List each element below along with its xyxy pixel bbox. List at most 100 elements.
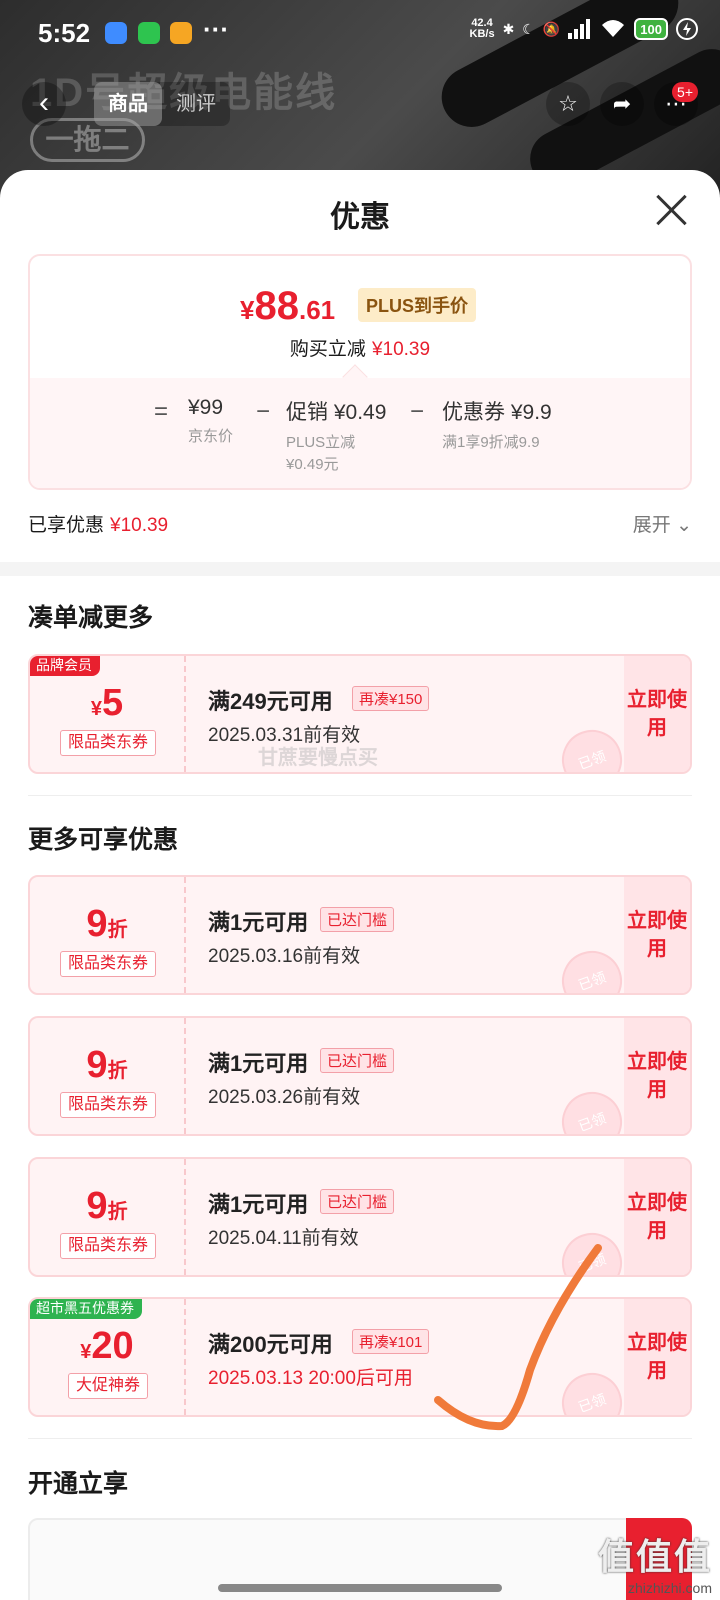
coupon-value: 20	[91, 1325, 134, 1367]
use-now-button[interactable]: 立即使用	[624, 1159, 690, 1275]
tab-review[interactable]: 测评	[162, 82, 230, 126]
enjoyed-discount: 已享优惠 ¥10.39	[28, 510, 168, 537]
coupon-tag: 品牌会员	[30, 656, 100, 676]
coupon-value: 5	[101, 682, 124, 724]
final-price: ¥88.61	[240, 284, 335, 329]
coupon-amount: ¥5	[30, 682, 184, 725]
signal-icon	[568, 19, 591, 39]
coupon-chip: 已达门槛	[320, 1048, 395, 1073]
coupon-suffix: 折	[107, 1201, 128, 1223]
use-now-label: 立即使用	[627, 910, 687, 960]
chevron-down-icon: ⌄	[676, 515, 692, 536]
share-button[interactable]: ➦	[600, 82, 644, 126]
jd-price: ¥99	[188, 396, 224, 419]
coupon-chip: 已达门槛	[320, 907, 395, 932]
cloud-app-icon	[105, 22, 127, 44]
minus-sign: −	[410, 398, 425, 425]
coupon-validity: 2025.03.26前有效	[208, 1087, 361, 1108]
equals-sign: =	[154, 398, 169, 425]
site-watermark: 值值值 zhizhizhi.com	[598, 1528, 712, 1596]
minus-sign: −	[256, 398, 271, 425]
coupon-amount: 9折	[30, 903, 184, 946]
buy-reduce-value: ¥10.39	[371, 339, 431, 360]
more-notifications-icon: ···	[203, 14, 229, 44]
coupon-validity: 2025.04.11前有效	[208, 1228, 359, 1249]
battery-level: 100	[640, 21, 662, 37]
notification-badge: 5+	[672, 82, 698, 102]
enjoyed-value: ¥10.39	[110, 515, 169, 536]
close-button[interactable]	[650, 188, 694, 232]
use-now-button[interactable]: 立即使用	[624, 877, 690, 993]
charging-icon	[676, 18, 698, 40]
coupon-tag: 超市黑五优惠券	[30, 1299, 142, 1319]
back-button[interactable]: ‹	[22, 82, 66, 126]
mail-app-icon	[170, 22, 192, 44]
enjoyed-label: 已享优惠	[28, 515, 105, 536]
coupon-card[interactable]: 9折 限品类东券 满1元可用 已达门槛 2025.03.16前有效 已领 立即使…	[28, 875, 692, 995]
use-now-button[interactable]: 立即使用	[624, 1018, 690, 1134]
coupon-condition: 满200元可用	[208, 1332, 333, 1357]
share-icon: ➦	[612, 91, 632, 116]
site-url: zhizhizhi.com	[627, 1580, 712, 1596]
coupon-card[interactable]: 9折 限品类东券 满1元可用 已达门槛 2025.03.26前有效 已领 立即使…	[28, 1016, 692, 1136]
tab-product[interactable]: 商品	[94, 82, 162, 126]
home-indicator[interactable]	[218, 1584, 502, 1592]
jd-price-component: ¥99 京东价	[188, 396, 233, 448]
price-summary-card: ¥88.61 PLUS到手价 购买立减 ¥10.39 = ¥99 京东价 − 促销…	[28, 254, 692, 490]
use-now-button[interactable]: 立即使用	[624, 1299, 690, 1415]
promo-sub2: ¥0.49元	[286, 456, 339, 473]
price-breakdown: = ¥99 京东价 − 促销 ¥0.49 PLUS立减 ¥0.49元 − 优惠券…	[30, 364, 690, 488]
price-decimal: .61	[298, 295, 336, 325]
battery-icon: 100	[634, 18, 668, 40]
coupon-chip: 再凑¥150	[352, 686, 430, 711]
product-tabs: 商品 测评	[94, 82, 230, 126]
wechat-icon	[138, 22, 160, 44]
coupon-amount: ¥20	[30, 1325, 184, 1368]
price-top: ¥88.61 PLUS到手价 购买立减 ¥10.39	[30, 256, 690, 378]
coupon-type: 限品类东券	[60, 951, 156, 977]
coupon-currency: ¥	[90, 698, 102, 720]
checkmark-annotation	[434, 1244, 602, 1431]
coupon-suffix: 折	[107, 919, 128, 941]
network-speed: 42.4 KB/s	[470, 18, 495, 40]
coupon-type: 限品类东券	[60, 1092, 156, 1118]
product-nav-bar: ‹ 商品 测评 ☆ ➦ ⋯	[0, 78, 720, 128]
bluetooth-icon: ✱	[502, 20, 515, 37]
use-now-label: 立即使用	[627, 689, 687, 739]
coupon-value: 9	[86, 1185, 108, 1227]
coupon-divider	[184, 656, 186, 772]
status-time: 5:52	[38, 18, 91, 48]
coupon-value: 9	[86, 1044, 108, 1086]
price-integer: 88	[254, 284, 299, 328]
sheet-title: 优惠	[330, 201, 390, 234]
favorite-button[interactable]: ☆	[546, 82, 590, 126]
promo-component: 促销 ¥0.49 PLUS立减 ¥0.49元	[286, 396, 386, 476]
coupon-component: 优惠券 ¥9.9 满1享9折减9.9	[442, 396, 552, 454]
use-now-label: 立即使用	[627, 1051, 687, 1101]
coupon-amount: 9折	[30, 1044, 184, 1087]
coupon-value: 9	[86, 903, 108, 945]
coupon-value: 优惠券 ¥9.9	[442, 401, 552, 424]
moon-icon: ☾	[522, 20, 535, 37]
coupon-divider	[184, 1299, 186, 1415]
use-now-button[interactable]: 立即使用	[624, 656, 690, 772]
coupon-currency: ¥	[80, 1341, 92, 1363]
price-currency: ¥	[240, 295, 255, 325]
coupon-validity: 2025.03.13 20:00后可用	[208, 1368, 413, 1389]
buy-reduce-label: 购买立减	[289, 339, 366, 360]
promo-value: 促销 ¥0.49	[286, 401, 387, 424]
coupon-divider	[184, 877, 186, 993]
section-title-open: 开通立享	[28, 1470, 129, 1498]
divider-line	[28, 795, 692, 796]
chevron-left-icon: ‹	[39, 86, 49, 119]
coupon-chip: 再凑¥101	[352, 1329, 430, 1354]
buy-reduce-line: 购买立减 ¥10.39	[30, 334, 690, 361]
use-now-label: 立即使用	[627, 1192, 687, 1242]
coupon-condition: 满1元可用	[208, 910, 309, 935]
coupon-type: 限品类东券	[60, 1233, 156, 1259]
star-icon: ☆	[558, 91, 578, 116]
wifi-icon	[602, 20, 625, 37]
coupon-condition: 满1元可用	[208, 1192, 309, 1217]
expand-button[interactable]: 展开 ⌄	[633, 510, 692, 537]
expand-label: 展开	[632, 515, 671, 536]
